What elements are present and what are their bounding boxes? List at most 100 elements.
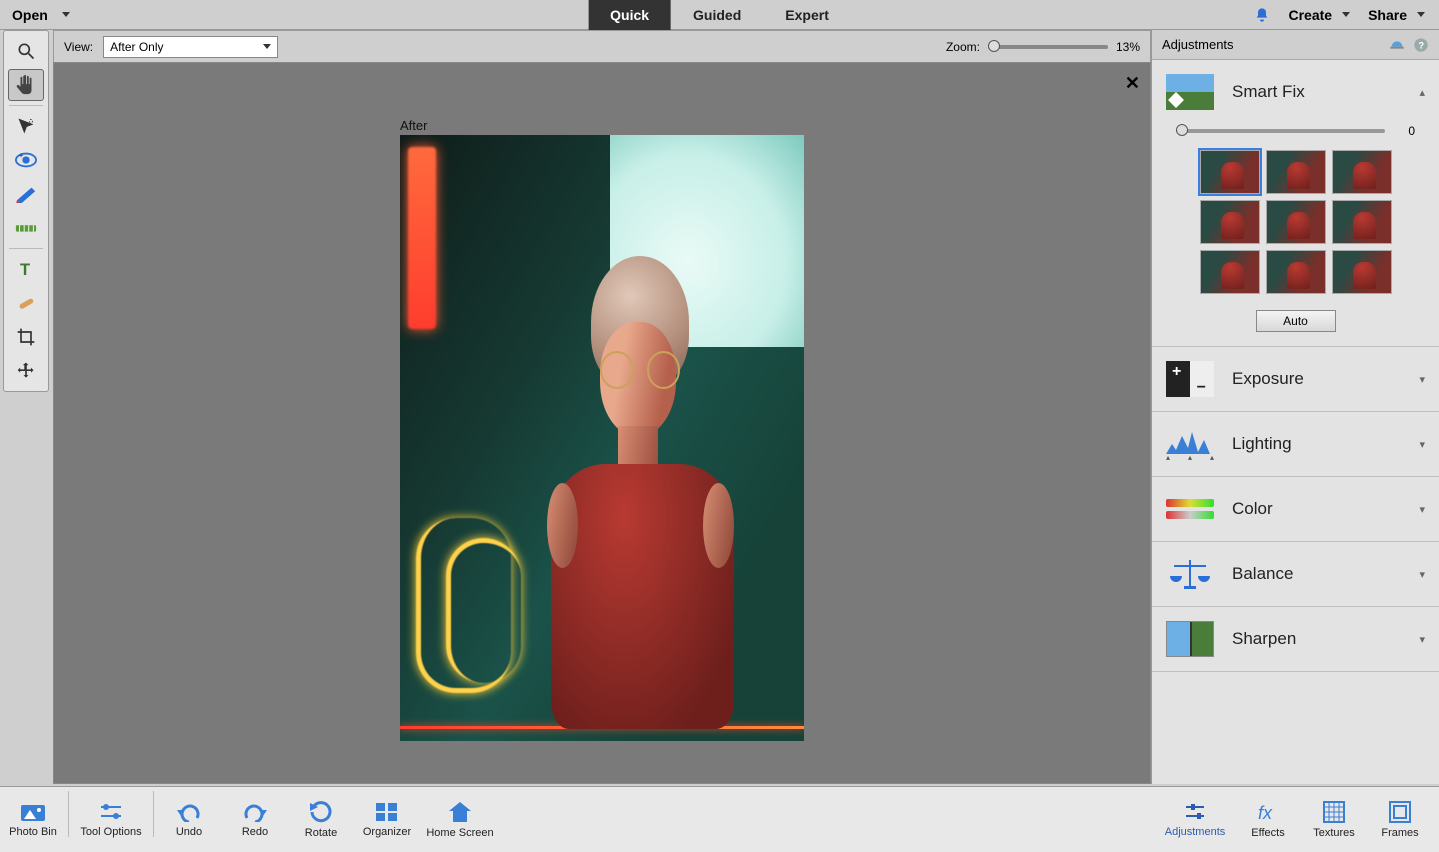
taskbar-effects[interactable]: fx Effects xyxy=(1235,791,1301,849)
preset-8[interactable] xyxy=(1266,250,1326,294)
zoom-slider[interactable] xyxy=(988,45,1108,49)
adjustments-panel: Adjustments ? Smart Fix ▴ 0 Auto xyxy=(1151,30,1439,784)
smartfix-slider[interactable]: 0 xyxy=(1152,124,1439,146)
mode-expert[interactable]: Expert xyxy=(763,0,851,30)
taskbar-label: Adjustments xyxy=(1165,826,1226,838)
taskbar-frames[interactable]: Frames xyxy=(1367,791,1433,849)
panel-title: Adjustments xyxy=(1162,37,1234,52)
move-tool[interactable] xyxy=(8,355,44,387)
quick-select-tool[interactable] xyxy=(8,110,44,142)
preset-6[interactable] xyxy=(1332,200,1392,244)
effects-icon: fx xyxy=(1256,801,1280,823)
preset-5[interactable] xyxy=(1266,200,1326,244)
taskbar-label: Effects xyxy=(1251,827,1284,839)
taskbar-adjustments[interactable]: Adjustments xyxy=(1155,791,1235,849)
taskbar-textures[interactable]: Textures xyxy=(1301,791,1367,849)
taskbar-rotate[interactable]: Rotate xyxy=(288,791,354,849)
adjustments-icon xyxy=(1183,802,1207,822)
hand-tool[interactable] xyxy=(8,69,44,101)
type-tool[interactable]: T xyxy=(8,253,44,285)
taskbar-label: Home Screen xyxy=(426,827,493,839)
expand-icon[interactable]: ▾ xyxy=(1419,373,1425,386)
mode-guided[interactable]: Guided xyxy=(671,0,763,30)
create-menu[interactable]: Create xyxy=(1288,7,1350,23)
redo-icon xyxy=(243,802,267,822)
whiten-teeth-tool[interactable] xyxy=(8,178,44,210)
taskbar-label: Photo Bin xyxy=(9,826,57,838)
taskbar-photo-bin[interactable]: Photo Bin xyxy=(0,791,66,849)
lighting-title: Lighting xyxy=(1232,434,1401,454)
close-document-icon[interactable]: ✕ xyxy=(1125,73,1140,94)
auto-button[interactable]: Auto xyxy=(1256,310,1336,332)
lighting-icon: ▴▴▴ xyxy=(1166,426,1214,462)
smartfix-title: Smart Fix xyxy=(1232,82,1401,102)
preset-7[interactable] xyxy=(1200,250,1260,294)
view-value: After Only xyxy=(110,40,163,54)
color-title: Color xyxy=(1232,499,1401,519)
preset-9[interactable] xyxy=(1332,250,1392,294)
expand-icon[interactable]: ▾ xyxy=(1419,633,1425,646)
taskbar-home-screen[interactable]: Home Screen xyxy=(420,791,500,849)
spot-heal-tool[interactable] xyxy=(8,287,44,319)
taskbar: Photo Bin Tool Options Undo Redo Rotate … xyxy=(0,786,1439,852)
sharpen-header[interactable]: Sharpen ▾ xyxy=(1152,607,1439,671)
help-icon[interactable]: ? xyxy=(1413,37,1429,53)
straighten-tool[interactable] xyxy=(8,212,44,244)
redeye-tool[interactable]: + xyxy=(8,144,44,176)
smartfix-header[interactable]: Smart Fix ▴ xyxy=(1152,60,1439,124)
taskbar-label: Rotate xyxy=(305,827,337,839)
taskbar-redo[interactable]: Redo xyxy=(222,791,288,849)
notifications-icon[interactable] xyxy=(1254,7,1270,23)
open-label: Open xyxy=(12,7,48,23)
organizer-icon xyxy=(375,802,399,822)
exposure-header[interactable]: Exposure ▾ xyxy=(1152,347,1439,411)
view-label: View: xyxy=(64,40,93,54)
lighting-header[interactable]: ▴▴▴ Lighting ▾ xyxy=(1152,412,1439,476)
expand-icon[interactable]: ▾ xyxy=(1419,438,1425,451)
zoom-label: Zoom: xyxy=(946,40,980,54)
expand-icon[interactable]: ▾ xyxy=(1419,568,1425,581)
open-menu[interactable]: Open xyxy=(0,7,82,23)
view-select[interactable]: After Only xyxy=(103,36,278,58)
expand-icon[interactable]: ▾ xyxy=(1419,503,1425,516)
svg-text:T: T xyxy=(20,261,30,278)
collapse-icon[interactable]: ▴ xyxy=(1419,86,1425,99)
smartfix-value: 0 xyxy=(1395,124,1415,138)
zoom-thumb[interactable] xyxy=(988,40,1000,52)
balance-title: Balance xyxy=(1232,564,1401,584)
dropdown-icon xyxy=(1342,12,1350,17)
taskbar-tool-options[interactable]: Tool Options xyxy=(71,791,151,849)
taskbar-undo[interactable]: Undo xyxy=(156,791,222,849)
svg-text:+: + xyxy=(19,152,24,160)
crop-tool[interactable] xyxy=(8,321,44,353)
home-icon xyxy=(448,801,472,823)
share-menu[interactable]: Share xyxy=(1368,7,1425,23)
options-bar: View: After Only Zoom: 13% xyxy=(53,30,1151,62)
rotate-icon xyxy=(308,801,334,823)
mode-quick[interactable]: Quick xyxy=(588,0,671,30)
mode-tabs: Quick Guided Expert xyxy=(588,0,851,30)
dropdown-icon xyxy=(1417,12,1425,17)
preset-4[interactable] xyxy=(1200,200,1260,244)
smartfix-icon xyxy=(1166,74,1214,110)
preset-2[interactable] xyxy=(1266,150,1326,194)
textures-icon xyxy=(1323,801,1345,823)
balance-header[interactable]: Balance ▾ xyxy=(1152,542,1439,606)
color-icon xyxy=(1166,491,1214,527)
share-label: Share xyxy=(1368,7,1407,23)
taskbar-label: Organizer xyxy=(363,826,411,838)
canvas-area: ✕ After xyxy=(53,62,1151,784)
balance-icon xyxy=(1166,556,1214,592)
svg-text:fx: fx xyxy=(1258,803,1273,823)
color-header[interactable]: Color ▾ xyxy=(1152,477,1439,541)
reset-icon[interactable] xyxy=(1389,37,1405,51)
taskbar-organizer[interactable]: Organizer xyxy=(354,791,420,849)
slider-thumb[interactable] xyxy=(1176,124,1188,136)
dropdown-icon xyxy=(62,12,70,17)
document-image[interactable] xyxy=(400,135,804,741)
preset-1[interactable] xyxy=(1200,150,1260,194)
section-sharpen: Sharpen ▾ xyxy=(1152,607,1439,672)
zoom-tool[interactable] xyxy=(8,35,44,67)
preset-3[interactable] xyxy=(1332,150,1392,194)
taskbar-label: Textures xyxy=(1313,827,1355,839)
